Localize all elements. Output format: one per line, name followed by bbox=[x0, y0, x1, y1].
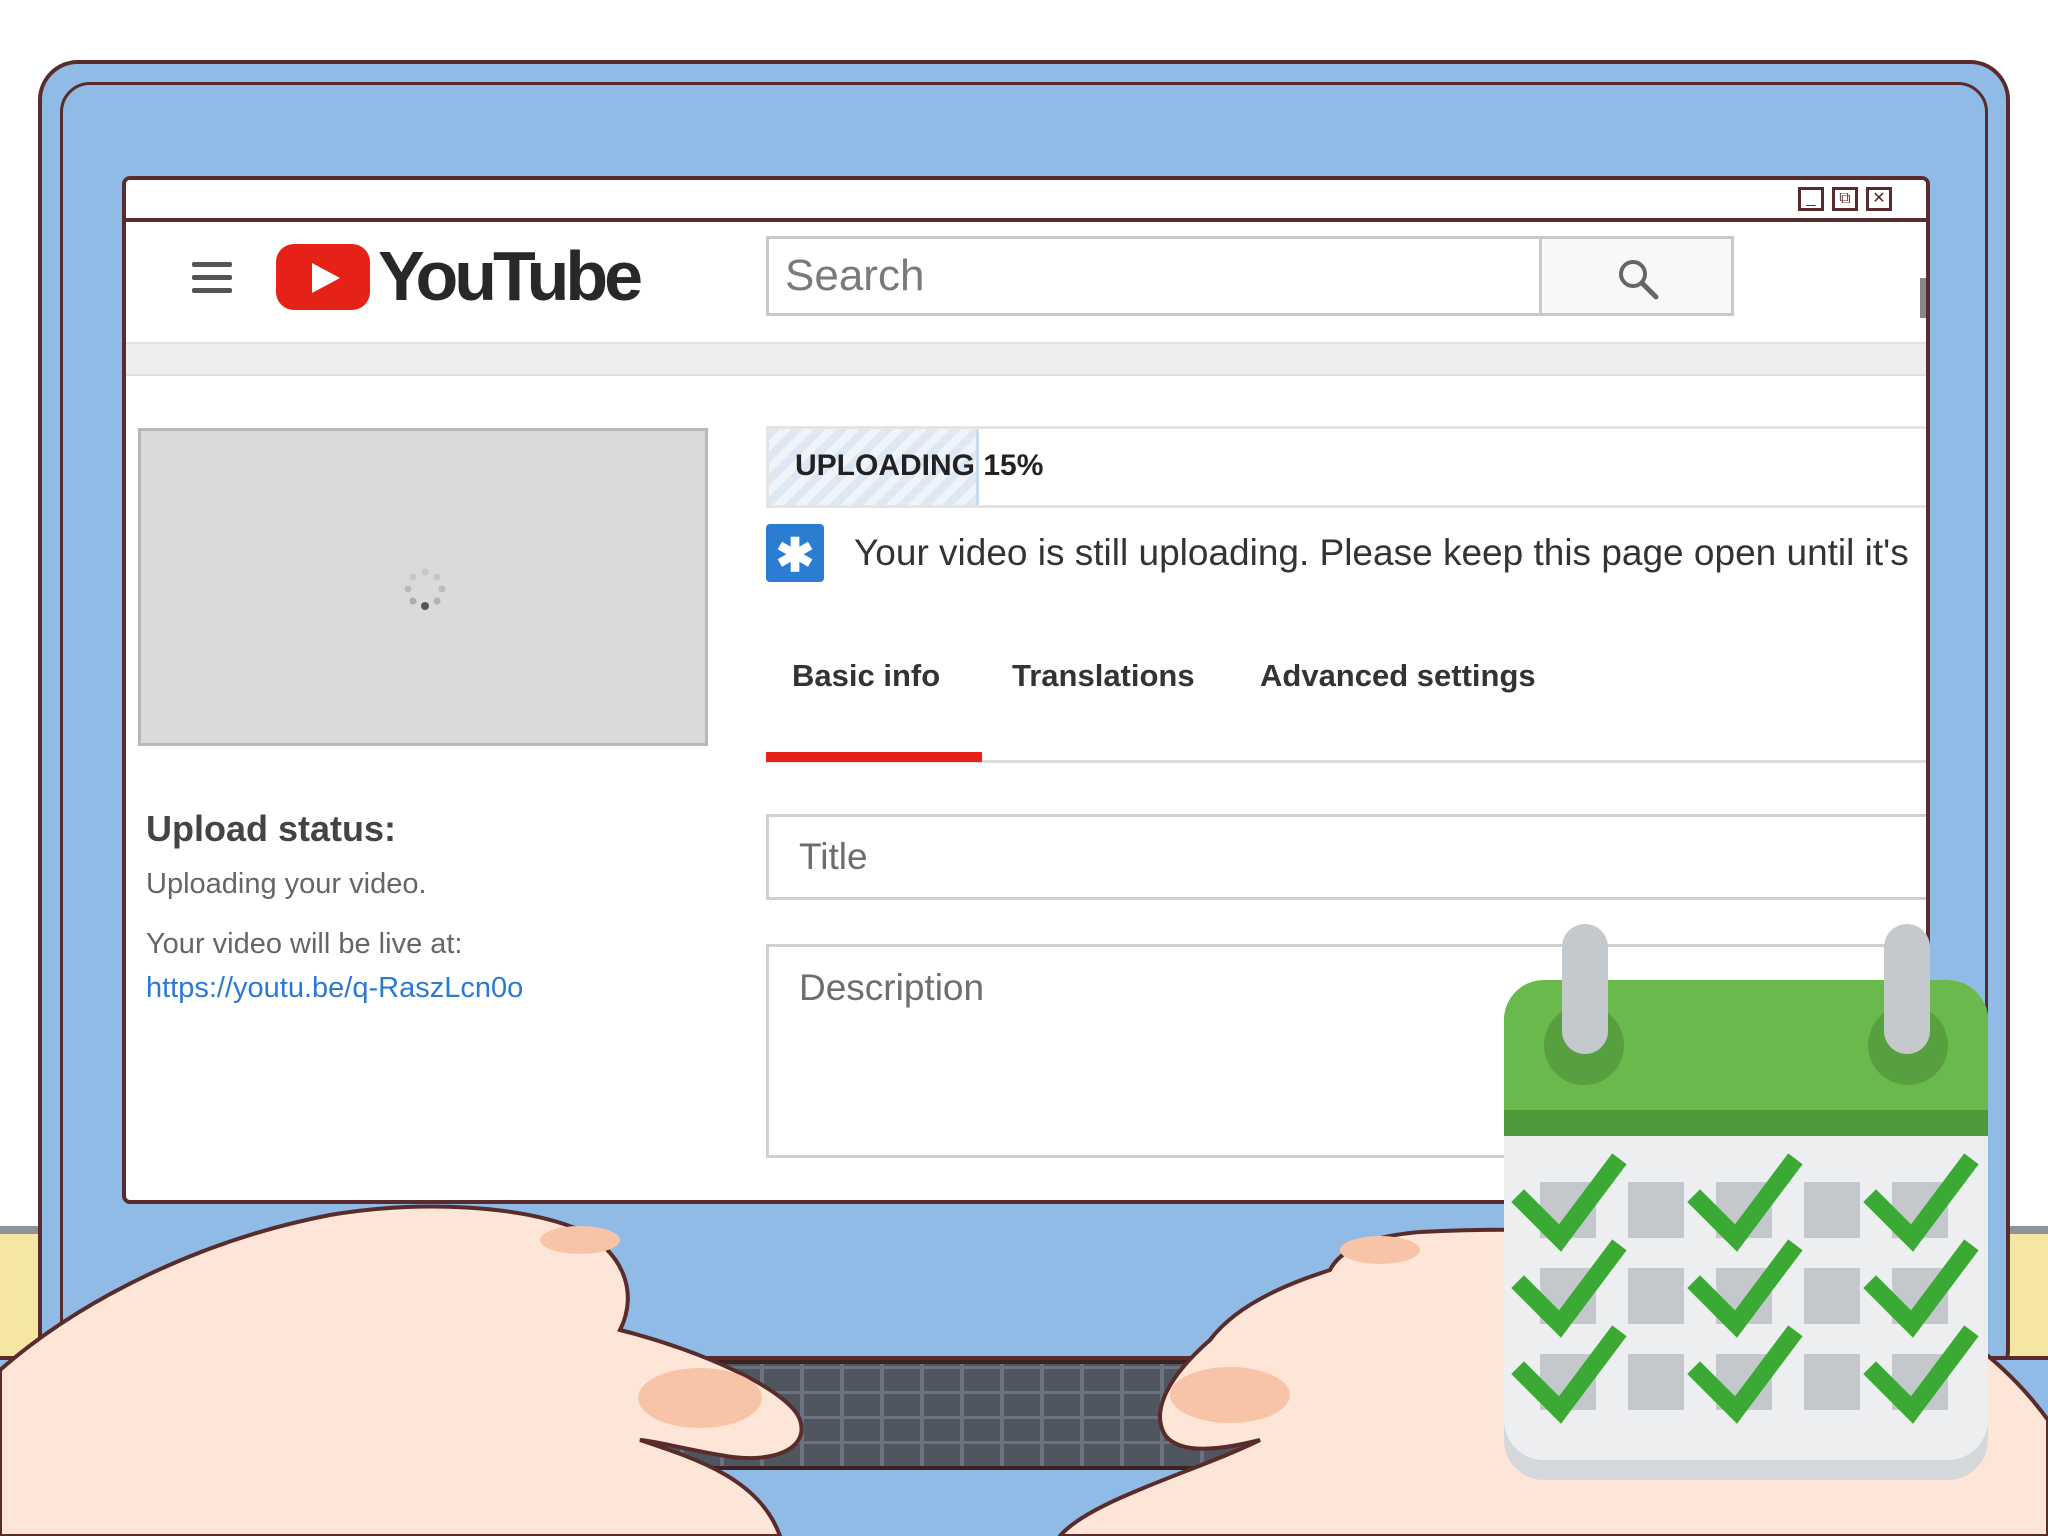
calendar-checklist-icon bbox=[1504, 924, 1988, 1480]
